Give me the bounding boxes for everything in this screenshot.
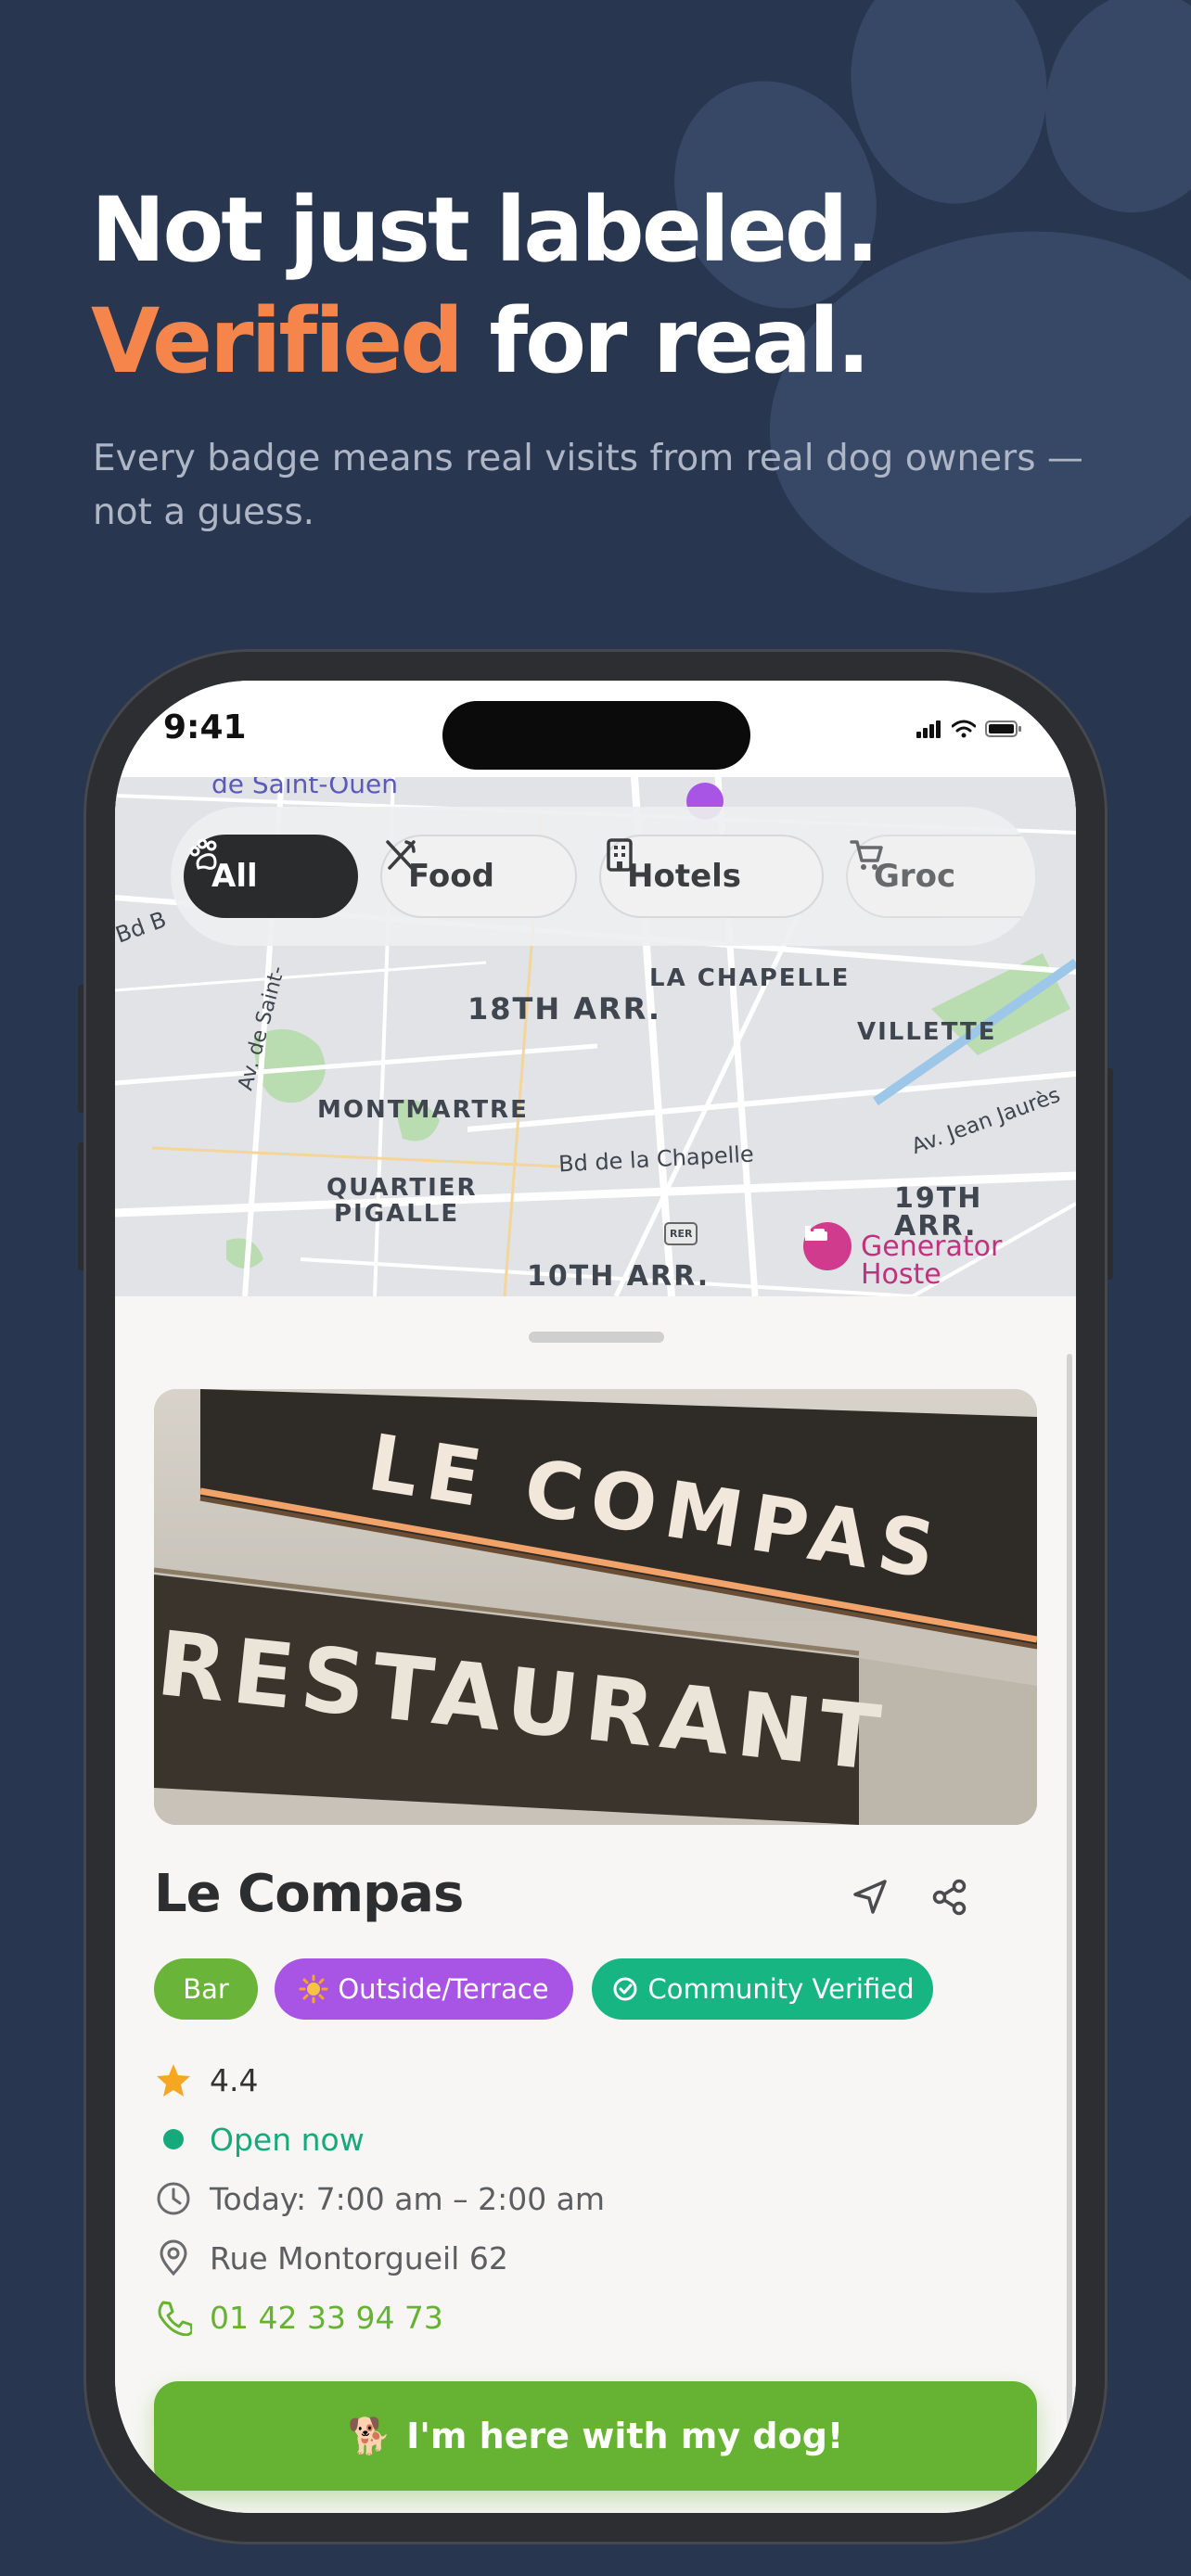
map-label-la-chapelle: LA CHAPELLE	[649, 964, 851, 992]
battery-icon	[985, 721, 1021, 737]
subtitle: Every badge means real visits from real …	[93, 438, 1083, 533]
generator-pin-icon	[803, 1222, 852, 1270]
open-status-dot-icon	[154, 2120, 193, 2159]
dynamic-island	[442, 701, 750, 770]
rating-value: 4.4	[210, 2061, 259, 2098]
address-row[interactable]: Rue Montorgueil 62	[154, 2238, 508, 2277]
open-status-text: Open now	[210, 2121, 365, 2158]
map-label-rer: RER	[664, 1222, 698, 1245]
sun-icon	[299, 1974, 328, 2004]
map-label-pigalle: PIGALLE	[334, 1200, 460, 1228]
address-text: Rue Montorgueil 62	[210, 2239, 508, 2276]
badge-community-verified-label: Community Verified	[647, 1973, 915, 2005]
filter-chip-food-label: Food	[408, 858, 494, 895]
check-circle-icon	[613, 1977, 636, 2001]
filter-chip-groceries[interactable]: Groc	[846, 835, 1035, 918]
filter-chip-groceries-label: Groc	[874, 858, 956, 895]
signal-icon	[916, 721, 941, 738]
badge-community-verified[interactable]: Community Verified	[592, 1958, 933, 2020]
map-label-generator: Generator Hoste	[861, 1231, 1003, 1291]
open-status-row: Open now	[154, 2120, 365, 2159]
building-icon	[607, 838, 633, 872]
map-label-villette: VILLETTE	[857, 1018, 997, 1046]
star-icon	[154, 2060, 193, 2099]
hours-text: Today: 7:00 am – 2:00 am	[210, 2180, 606, 2217]
headline: Not just labeled. Verified for real.	[91, 174, 879, 397]
filter-chip-all[interactable]: All	[184, 835, 358, 918]
map-view[interactable]: de Saint-Ouen Bd B Av. de Saint- 18TH AR…	[115, 777, 1076, 1296]
map-label-18th: 18TH ARR.	[467, 991, 662, 1027]
wifi-icon	[952, 720, 976, 738]
place-name: Le Compas	[154, 1864, 464, 1924]
filter-chip-food[interactable]: Food	[380, 835, 577, 918]
badge-bar[interactable]: Bar	[154, 1958, 258, 2020]
map-label-quartier: QUARTIER	[327, 1174, 478, 1202]
sheet-scrollbar[interactable]	[1067, 1354, 1072, 2513]
dog-icon: 🐕	[347, 2415, 392, 2456]
phone-icon	[154, 2298, 193, 2337]
headline-line-1: Not just labeled.	[91, 178, 879, 282]
status-icons	[916, 720, 1022, 738]
category-filter-bar: All Food Hotels Groc	[171, 807, 1035, 946]
filter-chip-hotels-label: Hotels	[627, 858, 742, 895]
phone-row[interactable]: 01 42 33 94 73	[154, 2298, 443, 2337]
sheet-drag-handle[interactable]	[529, 1332, 664, 1343]
checkin-button[interactable]: 🐕 I'm here with my dog!	[154, 2381, 1037, 2491]
filter-chip-hotels[interactable]: Hotels	[599, 835, 824, 918]
headline-accent: Verified	[91, 289, 464, 393]
status-bar: 9:41	[115, 681, 1076, 777]
hours-row: Today: 7:00 am – 2:00 am	[154, 2179, 605, 2218]
cart-icon	[850, 840, 883, 870]
headline-line-2: for real.	[460, 289, 870, 393]
clock-icon	[154, 2179, 193, 2218]
place-detail-sheet: LE COMPAS RESTAURANT Le Compas Bar Outsi…	[115, 1296, 1076, 2513]
share-icon[interactable]	[924, 1871, 976, 1923]
rating-row: 4.4	[154, 2060, 258, 2099]
checkin-button-label: I'm here with my dog!	[406, 2416, 844, 2456]
phone-screen: 9:41 de Saint-Ouen Bd B Av. de Saint- 18…	[115, 681, 1076, 2513]
badge-terrace-label: Outside/Terrace	[338, 1973, 549, 2005]
location-pin-icon	[154, 2238, 193, 2277]
status-time: 9:41	[163, 708, 247, 746]
paw-icon	[189, 838, 217, 870]
navigate-icon[interactable]	[844, 1871, 896, 1923]
paw-pad-toe-3	[1025, 0, 1191, 231]
map-label-saint-ouen: de Saint-Ouen	[211, 777, 398, 799]
badge-terrace[interactable]: Outside/Terrace	[275, 1958, 573, 2020]
badge-bar-label: Bar	[183, 1973, 229, 2005]
phone-number-link: 01 42 33 94 73	[210, 2299, 443, 2336]
utensils-icon	[386, 840, 416, 870]
map-label-montmartre: MONTMARTRE	[317, 1096, 529, 1124]
map-label-10th: 10TH ARR.	[527, 1260, 711, 1293]
place-photo[interactable]: LE COMPAS RESTAURANT	[154, 1389, 1037, 1825]
